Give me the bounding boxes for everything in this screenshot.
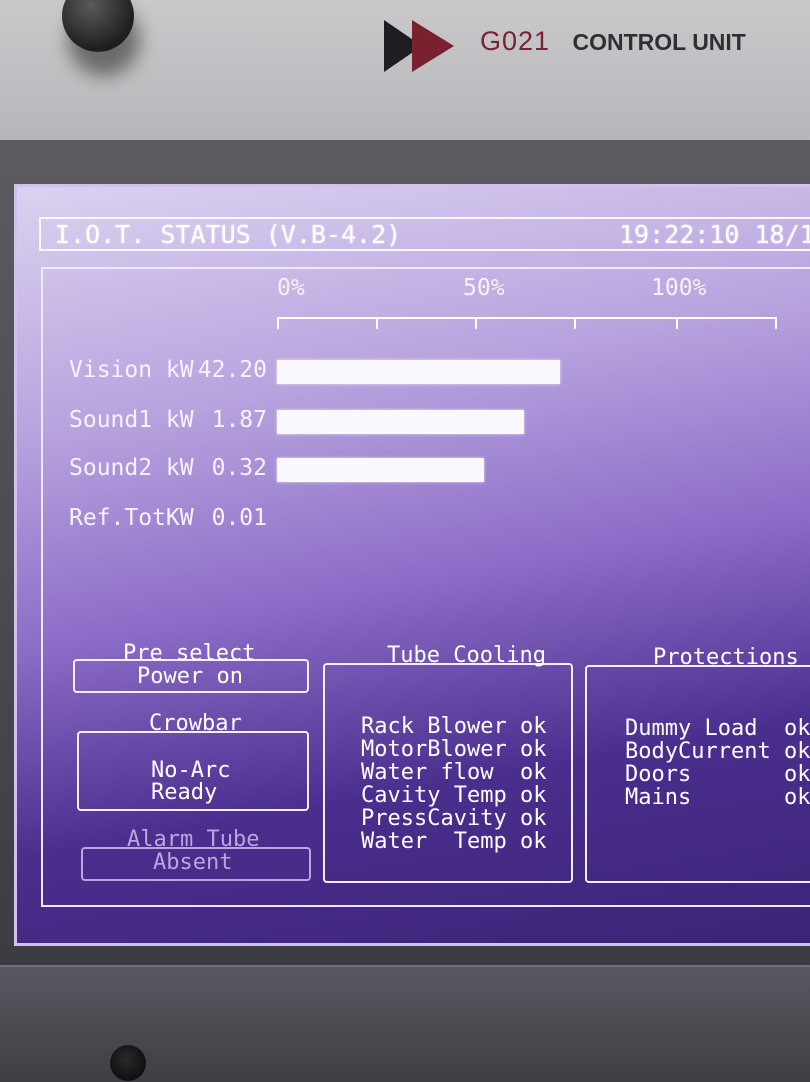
protection-doors: Doors ok <box>625 763 810 786</box>
tube-cooling-title: Tube Cooling <box>387 643 546 668</box>
protection-item-status: ok <box>783 785 810 810</box>
brand-label: G021 CONTROL UNIT <box>480 26 746 57</box>
cooling-item-status: ok <box>519 829 547 854</box>
power-value-sound2: 0.32 <box>211 455 267 481</box>
cooling-item-label: PressCavity <box>361 806 507 831</box>
power-value-reftot: 0.01 <box>211 505 267 531</box>
scale-label-50: 50% <box>463 275 505 301</box>
power-value-vision: 42.20 <box>197 357 267 383</box>
tube-cooling-list: Rack Blower ok MotorBlower ok Water flow… <box>361 715 546 853</box>
crowbar-status-line1: No-Arc <box>151 758 231 783</box>
power-bar-sound1 <box>277 410 525 434</box>
scale-tick <box>475 317 477 329</box>
protection-item-label: Doors <box>625 762 692 787</box>
protection-dummy-load: Dummy Load ok <box>625 717 810 740</box>
alarm-tube-title: Alarm Tube <box>127 827 260 852</box>
status-display: I.O.T. STATUS (V.B-4.2) 19:22:10 18/10/2… <box>14 184 810 946</box>
scale-tick <box>775 317 777 329</box>
title-bar: I.O.T. STATUS (V.B-4.2) 19:22:10 18/10/2 <box>39 217 810 251</box>
cooling-item-status: ok <box>519 760 547 785</box>
screen-title: I.O.T. STATUS (V.B-4.2) <box>55 220 402 249</box>
cooling-item-status: ok <box>519 806 547 831</box>
preselect-value: Power on <box>137 664 243 689</box>
device-model: G021 <box>480 26 551 56</box>
scale-tick <box>277 317 279 329</box>
protections-list: Dummy Load ok BodyCurrent ok Doors ok Ma… <box>625 717 810 809</box>
crowbar-status-line2: Ready <box>151 780 218 805</box>
cooling-item-label: MotorBlower <box>361 737 507 762</box>
cooling-item-status: ok <box>519 737 547 762</box>
cooling-water-temp: Water Temp ok <box>361 830 546 853</box>
preselect-title: Pre select <box>123 641 256 666</box>
power-label-sound2: Sound2 kW <box>69 455 194 481</box>
protection-mains: Mains ok <box>625 786 810 809</box>
cooling-water-flow: Water flow ok <box>361 761 546 784</box>
protection-item-label: Dummy Load <box>625 716 758 741</box>
protection-item-status: ok <box>783 762 810 787</box>
power-bar-vision <box>277 360 561 384</box>
cooling-cavity-temp: Cavity Temp ok <box>361 784 546 807</box>
cooling-rack-blower: Rack Blower ok <box>361 715 546 738</box>
cooling-motor-blower: MotorBlower ok <box>361 738 546 761</box>
crowbar-title: Crowbar <box>149 711 242 736</box>
protection-item-label: Mains <box>625 785 692 810</box>
brand-logo-icon <box>384 20 454 72</box>
cooling-item-label: Cavity Temp <box>361 783 507 808</box>
protection-body-current: BodyCurrent ok <box>625 740 810 763</box>
power-label-reftot: Ref.TotKW <box>69 505 194 531</box>
cooling-item-label: Water flow <box>361 760 494 785</box>
cooling-press-cavity: PressCavity ok <box>361 807 546 830</box>
scale-tick <box>676 317 678 329</box>
scale-tick <box>574 317 576 329</box>
control-knob[interactable] <box>62 0 134 52</box>
power-value-sound1: 1.87 <box>211 407 267 433</box>
cooling-item-status: ok <box>519 783 547 808</box>
cooling-item-status: ok <box>519 714 547 739</box>
datetime: 19:22:10 18/10/2 <box>619 220 810 249</box>
alarm-tube-value: Absent <box>153 850 233 875</box>
display-content: I.O.T. STATUS (V.B-4.2) 19:22:10 18/10/2… <box>39 217 810 937</box>
device-unit-label: CONTROL UNIT <box>572 29 746 55</box>
protection-item-label: BodyCurrent <box>625 739 771 764</box>
panel-screw <box>110 1045 146 1081</box>
power-label-sound1: Sound1 kW <box>69 407 194 433</box>
device-top-panel: G021 CONTROL UNIT <box>0 0 810 143</box>
cooling-item-label: Water Temp <box>361 829 507 854</box>
protections-title: Protections <box>653 645 799 670</box>
scale-tick <box>376 317 378 329</box>
scale-label-100: 100% <box>651 275 707 301</box>
scale-label-0: 0% <box>277 275 305 301</box>
power-bar-sound2 <box>277 458 485 482</box>
scale-axis <box>277 317 777 319</box>
power-label-vision: Vision kW <box>69 357 194 383</box>
cooling-item-label: Rack Blower <box>361 714 507 739</box>
protection-item-status: ok <box>783 716 810 741</box>
protection-item-status: ok <box>783 739 810 764</box>
